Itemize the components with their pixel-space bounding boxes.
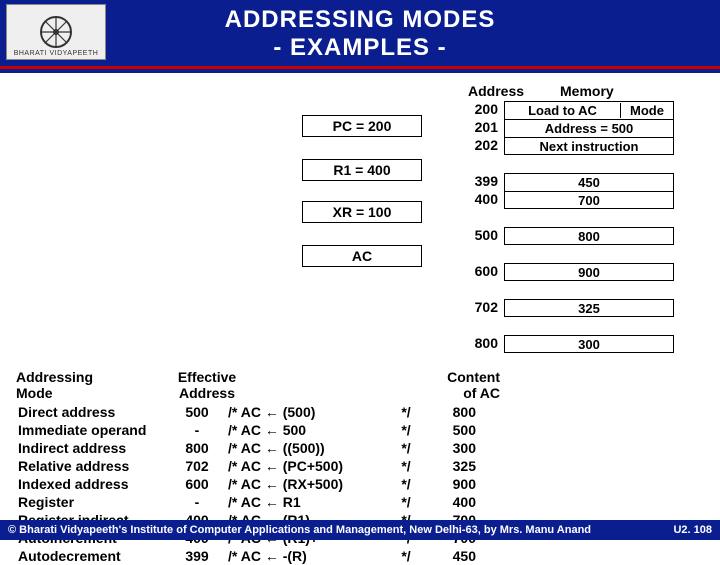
memory-row: 200Load to ACMode bbox=[460, 101, 674, 119]
mode-name: Indirect address bbox=[16, 439, 168, 457]
mode-row: Immediate operand-/* AC ← 500*/500 bbox=[16, 421, 478, 439]
memory-address: 600 bbox=[460, 263, 504, 281]
mode-name: Register bbox=[16, 493, 168, 511]
memory-row: 500800 bbox=[460, 227, 674, 245]
memory-address: 702 bbox=[460, 299, 504, 317]
mode-name: Indexed address bbox=[16, 475, 168, 493]
mode-row: Indirect address800/* AC ← ((500))*/300 bbox=[16, 439, 478, 457]
memory-cell: 300 bbox=[504, 335, 674, 353]
mode-ea: 800 bbox=[168, 439, 226, 457]
slide-content: Address Memory PC = 200 R1 = 400 XR = 10… bbox=[0, 73, 720, 513]
memory-row: 600900 bbox=[460, 263, 674, 281]
memory-row: 800300 bbox=[460, 335, 674, 353]
mode-rule-end: */ bbox=[396, 457, 416, 475]
memory-cell: Next instruction bbox=[504, 137, 674, 155]
mode-name: Direct address bbox=[16, 403, 168, 421]
mode-content-ac: 500 bbox=[416, 421, 478, 439]
mode-ea: 702 bbox=[168, 457, 226, 475]
logo-text: BHARATI VIDYAPEETH bbox=[14, 50, 99, 57]
memory-cell: 800 bbox=[504, 227, 674, 245]
mode-rule: /* AC ← ((500)) bbox=[226, 439, 396, 457]
emblem-icon bbox=[38, 14, 74, 50]
modes-hdr-c1a: Addressing bbox=[16, 369, 168, 385]
mode-name: Autodecrement bbox=[16, 547, 168, 565]
memory-row: 399450 bbox=[460, 173, 674, 191]
slide-title-line1: ADDRESSING MODES bbox=[0, 6, 720, 34]
modes-hdr-c4a: Content bbox=[422, 369, 500, 385]
memory-address: 200 bbox=[460, 101, 504, 119]
memory-cell: Load to ACMode bbox=[504, 101, 674, 119]
memory-cell: 700 bbox=[504, 191, 674, 209]
mode-content-ac: 400 bbox=[416, 493, 478, 511]
mode-name: Immediate operand bbox=[16, 421, 168, 439]
title-bar: BHARATI VIDYAPEETH ADDRESSING MODES - EX… bbox=[0, 0, 720, 73]
mode-ea: - bbox=[168, 421, 226, 439]
mode-rule-end: */ bbox=[396, 547, 416, 565]
mode-content-ac: 900 bbox=[416, 475, 478, 493]
modes-hdr-c4b: of AC bbox=[422, 385, 500, 401]
mode-rule-end: */ bbox=[396, 421, 416, 439]
memory-address: 500 bbox=[460, 227, 504, 245]
xr-register: XR = 100 bbox=[302, 201, 422, 223]
mode-rule-end: */ bbox=[396, 403, 416, 421]
mode-content-ac: 450 bbox=[416, 547, 478, 565]
mode-field: Mode bbox=[621, 103, 673, 118]
memory-cell: 900 bbox=[504, 263, 674, 281]
memory-address: 201 bbox=[460, 119, 504, 137]
mode-row: Direct address500/* AC ← (500)*/800 bbox=[16, 403, 478, 421]
footer: © Bharati Vidyapeeth's Institute of Comp… bbox=[0, 520, 720, 540]
memory-cell: 450 bbox=[504, 173, 674, 191]
r1-register: R1 = 400 bbox=[302, 159, 422, 181]
mode-ea: - bbox=[168, 493, 226, 511]
mode-rule-end: */ bbox=[396, 475, 416, 493]
modes-hdr-c1b: Mode bbox=[16, 385, 168, 401]
modes-hdr-c2b: Address bbox=[168, 385, 246, 401]
memory-cell: 325 bbox=[504, 299, 674, 317]
ac-register: AC bbox=[302, 245, 422, 267]
mode-name: Relative address bbox=[16, 457, 168, 475]
mode-rule: /* AC ← R1 bbox=[226, 493, 396, 511]
memory-row: 202Next instruction bbox=[460, 137, 674, 155]
memory-address: 202 bbox=[460, 137, 504, 155]
mode-ea: 500 bbox=[168, 403, 226, 421]
memory-address: 400 bbox=[460, 191, 504, 209]
mode-rule: /* AC ← (RX+500) bbox=[226, 475, 396, 493]
mode-rule-end: */ bbox=[396, 493, 416, 511]
memory-cell: Address = 500 bbox=[504, 119, 674, 137]
mode-rule: /* AC ← -(R) bbox=[226, 547, 396, 565]
mode-rule-end: */ bbox=[396, 439, 416, 457]
mode-content-ac: 325 bbox=[416, 457, 478, 475]
mode-row: Relative address702/* AC ← (PC+500)*/325 bbox=[16, 457, 478, 475]
footer-copyright: © Bharati Vidyapeeth's Institute of Comp… bbox=[8, 524, 591, 536]
memory-table: 200Load to ACMode201Address = 500202Next… bbox=[460, 101, 674, 353]
opcode-field: Load to AC bbox=[505, 103, 621, 118]
logo: BHARATI VIDYAPEETH bbox=[6, 4, 106, 60]
mode-content-ac: 800 bbox=[416, 403, 478, 421]
title-underline bbox=[0, 66, 720, 69]
mode-row: Indexed address600/* AC ← (RX+500)*/900 bbox=[16, 475, 478, 493]
pc-register: PC = 200 bbox=[302, 115, 422, 137]
memory-row: 201Address = 500 bbox=[460, 119, 674, 137]
mode-rule: /* AC ← 500 bbox=[226, 421, 396, 439]
mode-rule: /* AC ← (PC+500) bbox=[226, 457, 396, 475]
memory-address: 800 bbox=[460, 335, 504, 353]
mode-ea: 399 bbox=[168, 547, 226, 565]
mode-row: Autodecrement399/* AC ← -(R)*/450 bbox=[16, 547, 478, 565]
footer-slide-number: U2. 108 bbox=[673, 524, 712, 536]
memory-row: 702325 bbox=[460, 299, 674, 317]
header-memory: Memory bbox=[560, 83, 614, 99]
mode-ea: 600 bbox=[168, 475, 226, 493]
modes-hdr-c2a: Effective bbox=[168, 369, 246, 385]
memory-row: 400700 bbox=[460, 191, 674, 209]
mode-row: Register-/* AC ← R1*/400 bbox=[16, 493, 478, 511]
mode-rule: /* AC ← (500) bbox=[226, 403, 396, 421]
slide-title-line2: - EXAMPLES - bbox=[0, 34, 720, 62]
header-address: Address bbox=[468, 83, 524, 99]
mode-content-ac: 300 bbox=[416, 439, 478, 457]
memory-address: 399 bbox=[460, 173, 504, 191]
